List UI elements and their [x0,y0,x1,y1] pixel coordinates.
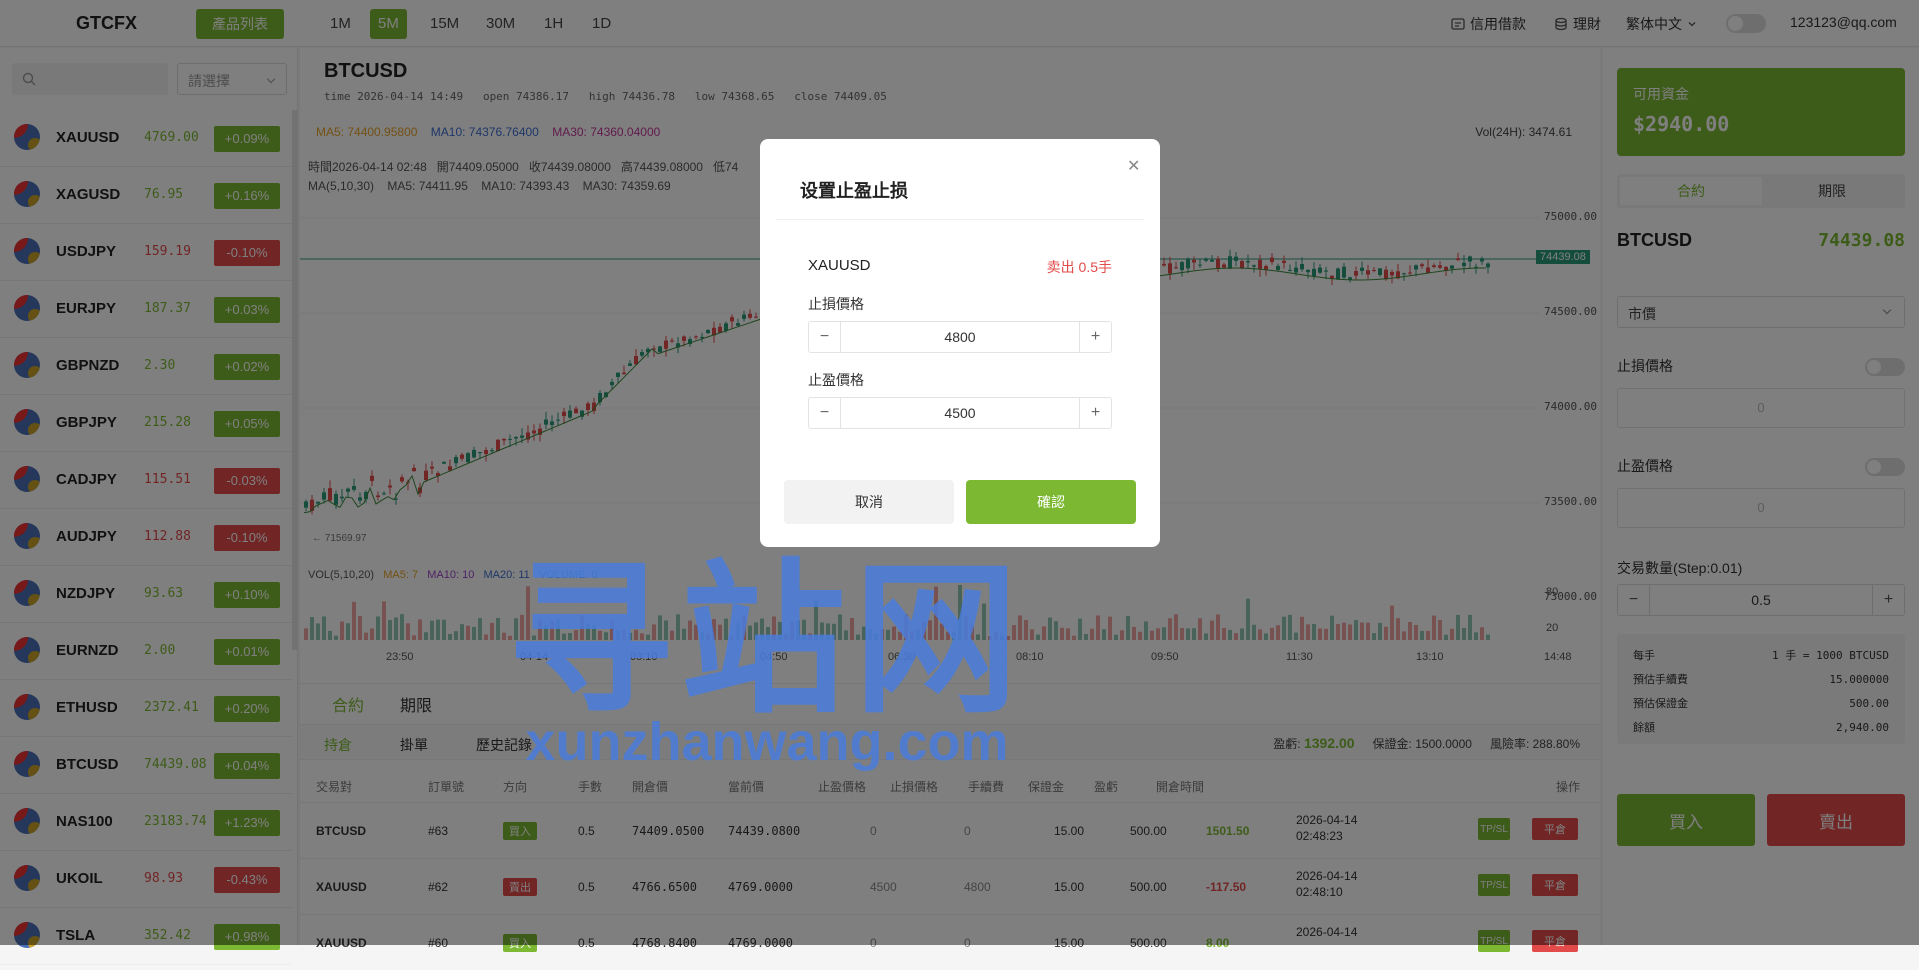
dialog-divider [776,219,1144,220]
dialog-side: 卖出 0.5手 [1046,259,1112,275]
tp-plus-button[interactable]: + [1079,398,1111,428]
dialog-symbol: XAUUSD [808,257,871,274]
tp-minus-button[interactable]: − [809,398,841,428]
sl-value-input[interactable]: 4800 [841,329,1079,345]
dialog-sl-label: 止損價格 [808,296,864,312]
sl-minus-button[interactable]: − [809,322,841,352]
tp-value-input[interactable]: 4500 [841,405,1079,421]
watermark-cn: 寻站网 [507,544,1027,736]
dialog-tp-stepper: − 4500 + [808,397,1112,429]
tp-sl-dialog: 设置止盈止损 ✕ XAUUSD 卖出 0.5手 止損價格 − 4800 + 止盈… [760,139,1160,547]
dialog-sl-stepper: − 4800 + [808,321,1112,353]
watermark: 寻站网 xunzhanwang.com [482,544,1052,772]
close-icon[interactable]: ✕ [1127,156,1140,176]
dialog-title: 设置止盈止损 [800,181,908,201]
confirm-button[interactable]: 確認 [966,480,1136,524]
cancel-button[interactable]: 取消 [784,480,954,524]
sl-plus-button[interactable]: + [1079,322,1111,352]
dialog-tp-label: 止盈價格 [808,372,864,388]
watermark-en: xunzhanwang.com [525,712,1009,772]
